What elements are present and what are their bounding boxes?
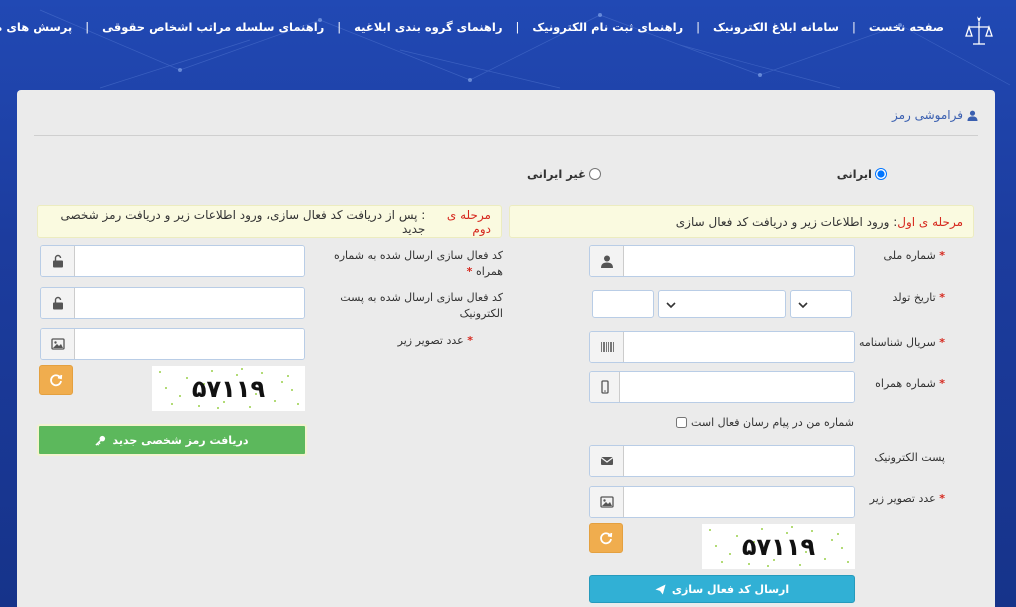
radio-non-iranian[interactable]: [589, 168, 601, 180]
key-icon: [95, 435, 106, 446]
step-one-text: : ورود اطلاعات زیر و دریافت کد فعال سازی: [675, 214, 898, 229]
refresh-icon: [600, 532, 613, 545]
nav-faq[interactable]: پرسش های متداول: [0, 20, 72, 34]
messenger-checkbox-label: شماره من در پیام رسان فعال است: [691, 416, 854, 429]
nav-separator: |: [337, 20, 342, 34]
email-group: [589, 445, 855, 477]
unlock-icon: [41, 288, 75, 318]
radio-iranian-option[interactable]: ایرانی: [837, 167, 887, 181]
national-id-group: [589, 245, 855, 277]
nav-separator: |: [851, 20, 856, 34]
user-icon: [590, 246, 624, 276]
paper-plane-icon: [655, 583, 666, 595]
captcha-image: ۵۷۱۱۹: [152, 366, 305, 411]
captcha-digits: ۵۷۱۱۹: [741, 532, 816, 561]
nav-separator: |: [85, 20, 90, 34]
nav-system[interactable]: سامانه ابلاغ الکترونیک: [713, 20, 839, 34]
captcha-input[interactable]: [75, 329, 304, 359]
get-new-password-label: دریافت رمز شخصی جدید: [112, 433, 249, 447]
barcode-icon: [590, 332, 624, 362]
nav-links: صفحه نخست | سامانه ابلاغ الکترونیک | راه…: [0, 20, 944, 34]
send-activation-code-button[interactable]: ارسال کد فعال سازی: [589, 575, 855, 603]
nav-registration-guide[interactable]: راهنمای ثبت نام الکترونیک: [532, 20, 683, 34]
radio-iranian-label: ایرانی: [836, 167, 872, 181]
captcha-label: * عدد تصویر زیر: [397, 334, 473, 347]
user-icon: [967, 110, 978, 121]
nav-separator: |: [696, 20, 701, 34]
birth-cert-serial-input[interactable]: [624, 332, 854, 362]
email-code-input[interactable]: [75, 288, 304, 318]
image-icon: [41, 329, 75, 359]
panel-title: فراموشی رمز: [892, 108, 978, 122]
email-input[interactable]: [624, 446, 854, 476]
get-new-password-button[interactable]: دریافت رمز شخصی جدید: [37, 424, 307, 456]
send-activation-code-label: ارسال کد فعال سازی: [671, 582, 790, 596]
nav-grouping-guide[interactable]: راهنمای گروه بندی ابلاغیه: [354, 20, 502, 34]
email-code-group: [40, 287, 305, 319]
unlock-icon: [41, 246, 75, 276]
radio-non-iranian-option[interactable]: غیر ایرانی: [527, 167, 601, 181]
title-divider: [34, 135, 978, 136]
step-two-header: مرحله ی دوم : پس از دریافت کد فعال سازی،…: [37, 205, 502, 238]
captcha-image: ۵۷۱۱۹: [702, 524, 855, 569]
image-icon: [590, 487, 624, 517]
birth-cert-serial-group: [589, 331, 855, 363]
captcha-input[interactable]: [624, 487, 854, 517]
sms-code-group: [40, 245, 305, 277]
step-two-text: : پس از دریافت کد فعال سازی، ورود اطلاعا…: [60, 207, 426, 236]
refresh-icon: [50, 374, 63, 387]
envelope-icon: [590, 446, 624, 476]
captcha-group: [40, 328, 305, 360]
captcha-refresh-button[interactable]: [39, 365, 73, 395]
captcha-digits: ۵۷۱۱۹: [191, 374, 266, 403]
captcha-refresh-button[interactable]: [589, 523, 623, 553]
mobile-icon: [590, 372, 620, 402]
panel-title-text: فراموشی رمز: [891, 108, 963, 122]
radio-non-iranian-label: غیر ایرانی: [526, 167, 586, 181]
forgot-password-panel: فراموشی رمز ایرانی غیر ایرانی مرحله ی او…: [17, 90, 995, 607]
birth-year-input[interactable]: [592, 290, 654, 318]
messenger-checkbox-option[interactable]: شماره من در پیام رسان فعال است: [676, 416, 854, 429]
sms-code-input[interactable]: [75, 246, 304, 276]
judiciary-logo: [964, 14, 994, 48]
national-id-input[interactable]: [624, 246, 854, 276]
step-one-header: مرحله ی اول : ورود اطلاعات زیر و دریافت …: [509, 205, 974, 238]
mobile-input[interactable]: [620, 372, 854, 402]
birth-day-select[interactable]: [790, 290, 852, 318]
birth-month-select[interactable]: [658, 290, 786, 318]
email-code-label: کد فعال سازی ارسال شده به پست الکترونیک: [340, 291, 503, 320]
top-navigation: صفحه نخست | سامانه ابلاغ الکترونیک | راه…: [0, 0, 1016, 60]
radio-iranian[interactable]: [875, 168, 887, 180]
captcha-group: [589, 486, 855, 518]
nav-hierarchy-guide[interactable]: راهنمای سلسله مراتب اشخاص حقوقی: [102, 20, 324, 34]
chevron-down-icon: [798, 302, 808, 309]
nav-separator: |: [515, 20, 520, 34]
mobile-group: [589, 371, 855, 403]
nav-home[interactable]: صفحه نخست: [869, 20, 944, 34]
step-two-prefix: مرحله ی دوم: [446, 207, 491, 236]
step-one-prefix: مرحله ی اول: [897, 214, 963, 229]
sms-code-label: کد فعال سازی ارسال شده به شماره همراه *: [333, 249, 503, 278]
messenger-checkbox[interactable]: [676, 417, 688, 428]
chevron-down-icon: [666, 302, 676, 309]
